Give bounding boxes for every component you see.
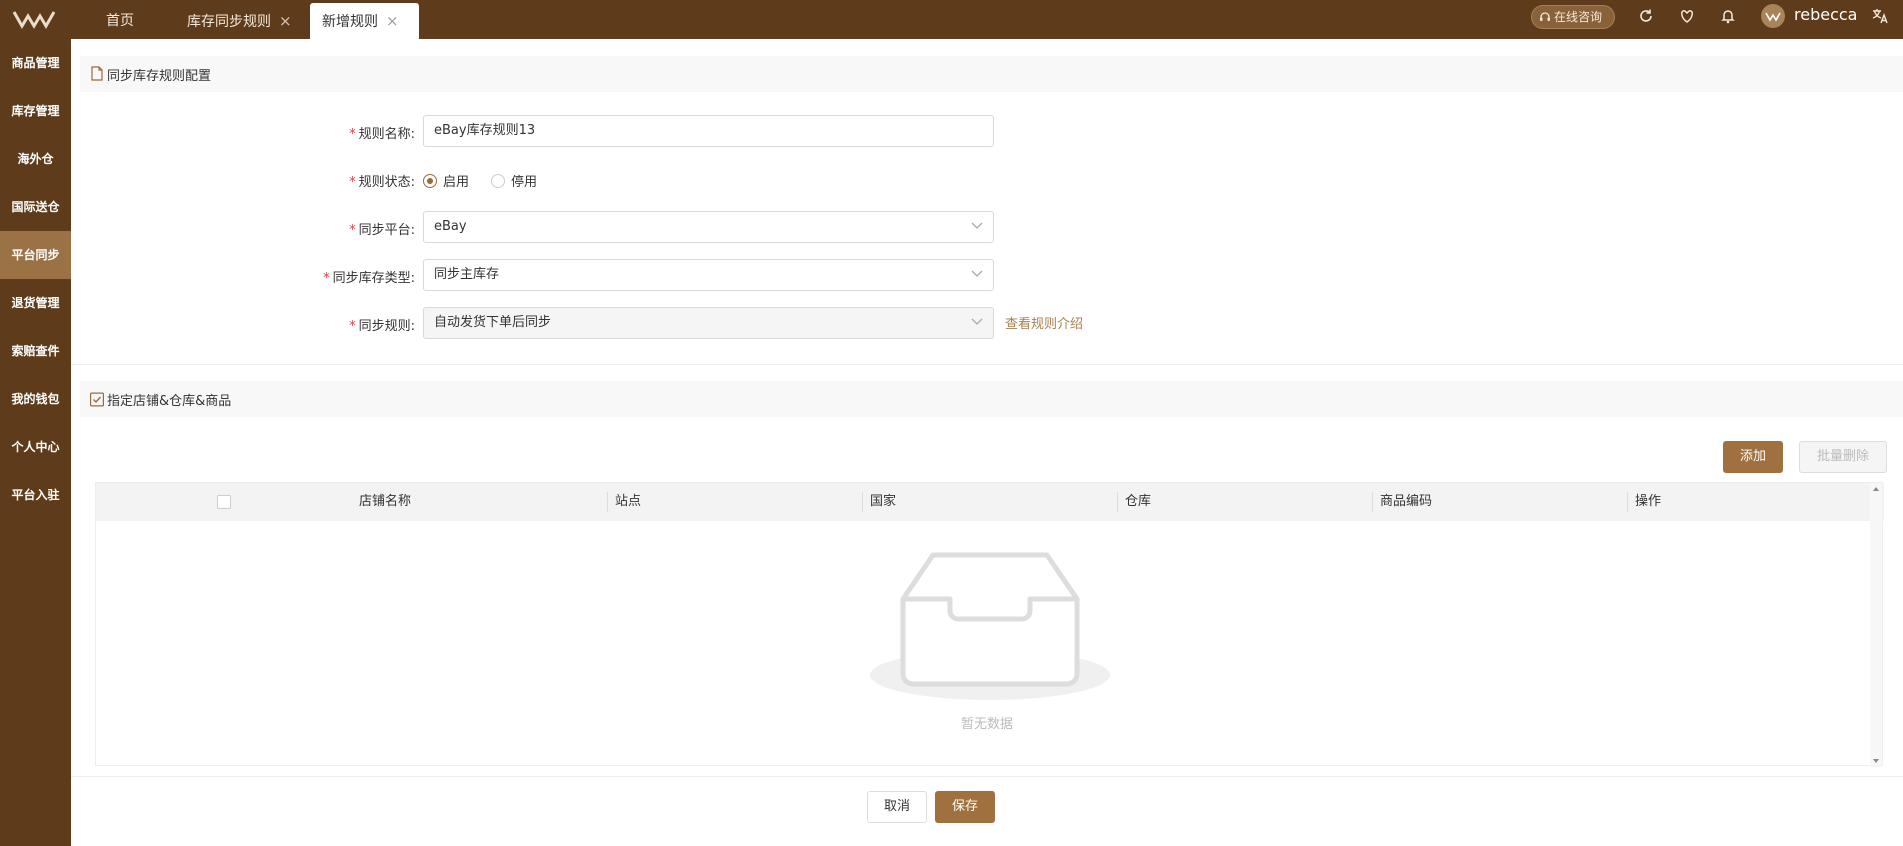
sidebar-item-label: 国际送仓 xyxy=(11,200,60,214)
chevron-down-icon xyxy=(971,270,983,277)
radio-checked-icon xyxy=(423,174,437,188)
sidebar-item-returns[interactable]: 退货管理 xyxy=(0,279,71,327)
bell-icon[interactable] xyxy=(1719,7,1737,25)
document-icon xyxy=(91,66,103,81)
column-header-warehouse[interactable]: 仓库 xyxy=(1125,483,1151,521)
status-enable-radio[interactable]: 启用 xyxy=(423,171,469,190)
stock-type-select[interactable]: 同步主库存 xyxy=(423,259,994,291)
avatar-logo-icon xyxy=(1765,12,1781,22)
column-header-country[interactable]: 国家 xyxy=(870,483,896,521)
divider xyxy=(71,364,1903,365)
view-rule-intro-link[interactable]: 查看规则介绍 xyxy=(1005,313,1083,332)
column-header-store-name[interactable]: 店铺名称 xyxy=(359,483,411,521)
online-consult-label: 在线咨询 xyxy=(1554,10,1603,24)
column-divider xyxy=(1117,492,1118,512)
save-button[interactable]: 保存 xyxy=(935,791,995,823)
stock-type-value: 同步主库存 xyxy=(434,267,500,282)
sidebar-item-label: 索赔查件 xyxy=(11,344,60,358)
stock-type-label: * 同步库存类型: xyxy=(323,271,415,286)
rule-status-label: * 规则状态: xyxy=(349,175,415,190)
sidebar-item-inventory[interactable]: 库存管理 xyxy=(0,87,71,135)
sidebar-item-onboarding[interactable]: 平台入驻 xyxy=(0,471,71,519)
platform-label: * 同步平台: xyxy=(349,223,415,238)
sidebar-item-claims[interactable]: 索赔查件 xyxy=(0,327,71,375)
table-header: 店铺名称 站点 国家 仓库 商品编码 操作 xyxy=(96,483,1884,521)
scroll-down-icon[interactable] xyxy=(1873,759,1879,763)
column-header-site[interactable]: 站点 xyxy=(615,483,641,521)
radio-unchecked-icon xyxy=(491,174,505,188)
sidebar: 商品管理 库存管理 海外仓 国际送仓 平台同步 退货管理 索赔查件 我的钱包 个… xyxy=(0,39,71,846)
sidebar-item-label: 平台入驻 xyxy=(11,488,60,502)
tab-stock-sync-rules[interactable]: 库存同步规则 × xyxy=(175,3,304,39)
tab-home[interactable]: 首页 xyxy=(94,3,146,39)
sidebar-item-label: 平台同步 xyxy=(11,248,60,262)
close-icon[interactable]: × xyxy=(386,3,399,39)
sidebar-item-platform-sync[interactable]: 平台同步 xyxy=(0,231,71,279)
tab-new-rule-label: 新增规则 xyxy=(322,14,378,30)
column-header-product-code[interactable]: 商品编码 xyxy=(1380,483,1432,521)
column-divider xyxy=(862,492,863,512)
sidebar-item-label: 个人中心 xyxy=(11,440,60,454)
column-divider xyxy=(1627,492,1628,512)
status-disable-label: 停用 xyxy=(511,175,538,190)
platform-select[interactable]: eBay xyxy=(423,211,994,243)
empty-text: 暂无数据 xyxy=(961,717,1014,732)
table-scrollbar[interactable] xyxy=(1870,483,1882,767)
rule-name-input[interactable]: eBay库存规则13 xyxy=(423,115,994,147)
top-bar: 首页 库存同步规则 × 新增规则 × 在线咨询 rebecca xyxy=(0,0,1903,39)
config-section-title: 同步库存规则配置 xyxy=(107,69,212,84)
sidebar-item-wallet[interactable]: 我的钱包 xyxy=(0,375,71,423)
avatar[interactable] xyxy=(1761,4,1785,28)
smile-icon[interactable] xyxy=(1678,7,1696,25)
chevron-down-icon xyxy=(971,222,983,229)
sidebar-item-label: 库存管理 xyxy=(11,104,60,118)
online-consult-button[interactable]: 在线咨询 xyxy=(1531,5,1615,29)
divider xyxy=(71,776,1903,777)
sidebar-item-label: 商品管理 xyxy=(11,56,60,70)
status-disable-radio[interactable]: 停用 xyxy=(491,171,537,190)
status-enable-label: 启用 xyxy=(443,175,470,190)
sidebar-item-label: 退货管理 xyxy=(11,296,60,310)
sidebar-item-international-delivery[interactable]: 国际送仓 xyxy=(0,183,71,231)
store-section-title: 指定店铺&仓库&商品 xyxy=(107,394,232,409)
sidebar-item-label: 海外仓 xyxy=(17,152,54,166)
config-section-header: 同步库存规则配置 xyxy=(80,56,1903,92)
sidebar-item-profile[interactable]: 个人中心 xyxy=(0,423,71,471)
tab-home-label: 首页 xyxy=(106,13,134,29)
scroll-up-icon[interactable] xyxy=(1873,487,1879,491)
sidebar-item-overseas-warehouse[interactable]: 海外仓 xyxy=(0,135,71,183)
close-icon[interactable]: × xyxy=(279,3,292,39)
headset-icon xyxy=(1540,12,1550,21)
checkbox-checked-icon xyxy=(90,392,104,407)
sidebar-item-products[interactable]: 商品管理 xyxy=(0,39,71,87)
sidebar-item-label: 我的钱包 xyxy=(11,392,60,406)
batch-delete-button[interactable]: 批量删除 xyxy=(1799,441,1887,473)
add-button[interactable]: 添加 xyxy=(1723,441,1783,473)
cancel-button[interactable]: 取消 xyxy=(867,791,927,823)
column-divider xyxy=(607,492,608,512)
chevron-down-icon xyxy=(971,318,983,325)
rule-name-label: * 规则名称: xyxy=(349,127,415,142)
column-header-actions[interactable]: 操作 xyxy=(1635,483,1661,521)
tab-stock-sync-rules-label: 库存同步规则 xyxy=(187,14,271,30)
refresh-icon[interactable] xyxy=(1637,7,1655,25)
select-all-checkbox[interactable] xyxy=(217,495,231,509)
store-section-header: 指定店铺&仓库&商品 xyxy=(80,381,1903,417)
sync-rule-select[interactable]: 自动发货下单后同步 xyxy=(423,307,994,339)
rule-name-value: eBay库存规则13 xyxy=(434,123,536,138)
username[interactable]: rebecca xyxy=(1794,5,1857,24)
translate-icon[interactable] xyxy=(1871,7,1889,25)
tab-new-rule[interactable]: 新增规则 × xyxy=(310,3,419,39)
sync-rule-value: 自动发货下单后同步 xyxy=(434,315,552,330)
sync-rule-label: * 同步规则: xyxy=(349,319,415,334)
platform-value: eBay xyxy=(434,219,467,234)
empty-inbox-icon xyxy=(870,552,1110,700)
brand-logo-icon[interactable] xyxy=(12,8,56,30)
column-divider xyxy=(1372,492,1373,512)
